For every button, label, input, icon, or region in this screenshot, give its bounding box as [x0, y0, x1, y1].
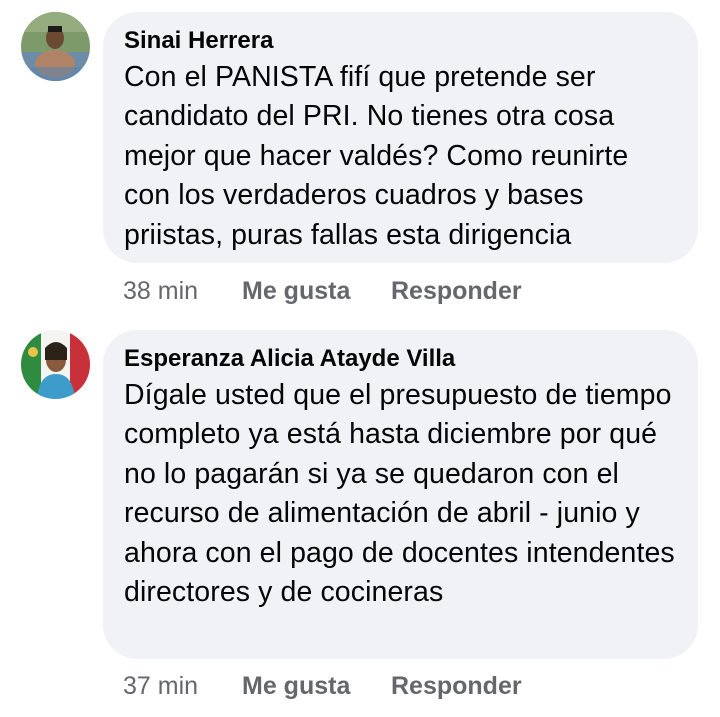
- avatar[interactable]: [21, 330, 90, 399]
- comment-text: Dígale usted que el presupuesto de tiemp…: [124, 379, 675, 609]
- comment-bubble: Esperanza Alicia Atayde Villa Dígale ust…: [103, 330, 698, 659]
- comment-actions: 37 min Me gusta Responder: [123, 671, 522, 701]
- comment-actions: 38 min Me gusta Responder: [123, 276, 522, 306]
- comment-author[interactable]: Esperanza Alicia Atayde Villa: [124, 345, 455, 373]
- like-button[interactable]: Me gusta: [242, 277, 391, 306]
- comment-bubble: Sinai Herrera Con el PANISTA fifí que pr…: [103, 12, 698, 263]
- comment-text: Con el PANISTA fifí que pretende ser can…: [124, 61, 629, 251]
- avatar-photo-icon: [21, 330, 90, 399]
- comment-timestamp[interactable]: 38 min: [123, 277, 242, 306]
- reply-button[interactable]: Responder: [391, 672, 522, 701]
- avatar[interactable]: [21, 12, 90, 81]
- comment-author[interactable]: Sinai Herrera: [124, 27, 273, 55]
- like-button[interactable]: Me gusta: [242, 672, 391, 701]
- comment-timestamp[interactable]: 37 min: [123, 672, 242, 701]
- avatar-photo-icon: [21, 12, 90, 81]
- reply-button[interactable]: Responder: [391, 277, 522, 306]
